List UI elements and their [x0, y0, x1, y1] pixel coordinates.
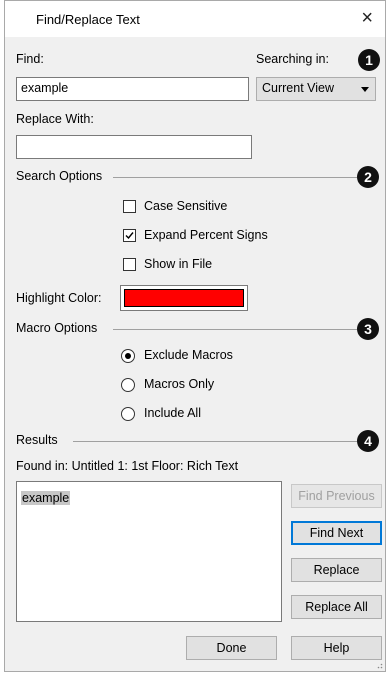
help-button[interactable]: Help	[291, 636, 382, 660]
callout-3-icon: 3	[357, 318, 379, 340]
search-options-heading: Search Options	[16, 169, 103, 183]
callout-4-icon: 4	[357, 430, 379, 452]
replace-all-button[interactable]: Replace All	[291, 595, 382, 619]
done-button[interactable]: Done	[186, 636, 277, 660]
find-previous-button[interactable]: Find Previous	[291, 484, 382, 508]
case-sensitive-label: Case Sensitive	[144, 199, 228, 213]
found-in-text: Found in: Untitled 1: 1st Floor: Rich Te…	[16, 459, 239, 473]
include-all-radio[interactable]	[121, 407, 135, 421]
macro-options-divider	[113, 329, 357, 330]
expand-percent-checkbox[interactable]	[123, 229, 136, 242]
resize-grip-icon[interactable]	[375, 661, 383, 669]
results-heading: Results	[16, 433, 58, 447]
replace-button[interactable]: Replace	[291, 558, 382, 582]
include-all-label: Include All	[144, 406, 201, 420]
title-bar: Find/Replace Text ×	[5, 1, 385, 37]
case-sensitive-checkbox[interactable]	[123, 200, 136, 213]
exclude-macros-label: Exclude Macros	[144, 348, 233, 362]
expand-percent-label: Expand Percent Signs	[144, 228, 268, 242]
results-list[interactable]: example	[16, 481, 282, 622]
show-in-file-checkbox[interactable]	[123, 258, 136, 271]
find-next-button[interactable]: Find Next	[291, 521, 382, 545]
search-options-divider	[113, 177, 357, 178]
radio-selected-dot	[125, 353, 131, 359]
searching-in-value: Current View	[262, 81, 335, 95]
find-label: Find:	[16, 52, 44, 66]
dropdown-arrow-icon	[361, 87, 369, 92]
find-input[interactable]: example	[16, 77, 249, 101]
replace-input[interactable]	[16, 135, 252, 159]
show-in-file-label: Show in File	[144, 257, 213, 271]
highlight-color-swatch	[124, 289, 244, 307]
results-list-item[interactable]: example	[21, 491, 71, 505]
macros-only-label: Macros Only	[144, 377, 215, 391]
exclude-macros-radio[interactable]	[121, 349, 135, 363]
replace-label: Replace With:	[16, 112, 94, 126]
searching-in-label: Searching in:	[256, 52, 329, 66]
macros-only-radio[interactable]	[121, 378, 135, 392]
highlight-color-label: Highlight Color:	[16, 291, 102, 305]
close-icon[interactable]: ×	[361, 7, 373, 30]
callout-2-icon: 2	[357, 166, 379, 188]
checkmark-icon	[125, 232, 134, 240]
callout-1-icon: 1	[358, 49, 380, 71]
results-divider	[73, 441, 357, 442]
macro-options-heading: Macro Options	[16, 321, 98, 335]
window-title: Find/Replace Text	[36, 12, 140, 27]
find-replace-dialog: Find/Replace Text × Find: Searching in: …	[4, 0, 386, 672]
highlight-color-button[interactable]	[120, 285, 248, 311]
searching-in-dropdown[interactable]: Current View	[256, 77, 376, 101]
